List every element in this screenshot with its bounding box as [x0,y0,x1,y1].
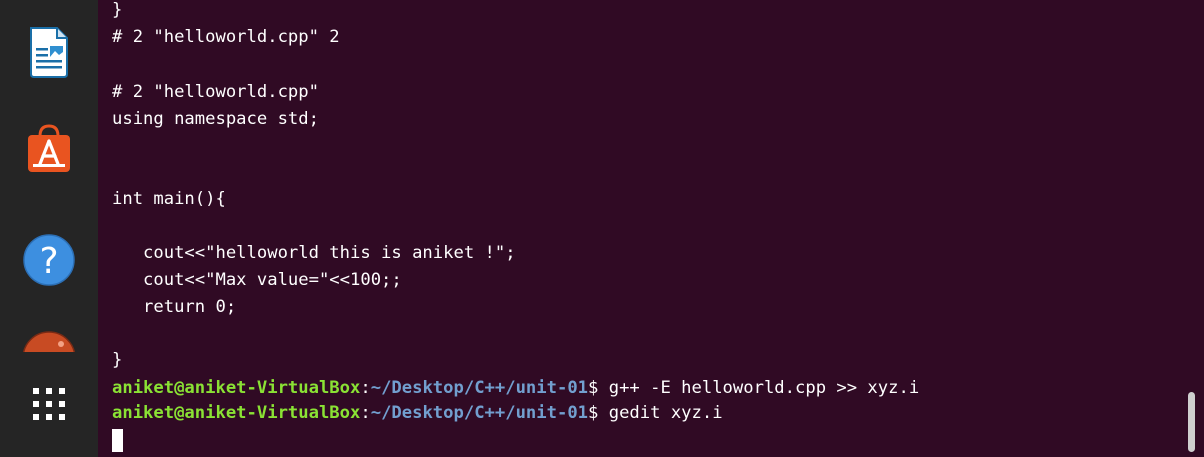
terminal-line: return 0; [112,297,237,317]
libreoffice-impress-icon[interactable] [21,24,77,80]
app-grid-icon[interactable] [29,384,69,424]
terminal-line: cout<<"helloworld this is aniket !"; [112,243,516,263]
prompt-command: gedit xyz.i [608,403,723,423]
prompt-user-host: aniket@aniket-VirtualBox [112,378,361,398]
prompt-path: ~/Desktop/C++/unit-01 [370,378,589,398]
terminal-window[interactable]: } # 2 "helloworld.cpp" 2 # 2 "helloworld… [98,0,1204,457]
svg-text:?: ? [39,241,58,282]
prompt-separator: : [360,378,371,398]
dock: ? [0,0,98,457]
ubuntu-software-icon[interactable] [21,120,77,176]
help-icon[interactable]: ? [21,232,77,288]
prompt-path: ~/Desktop/C++/unit-01 [370,403,589,423]
prompt-symbol: $ [588,403,609,423]
terminal-line: } [112,0,123,20]
terminal-line: } [112,350,123,370]
prompt-command: g++ -E helloworld.cpp >> xyz.i [608,378,920,398]
prompt-symbol: $ [588,378,609,398]
desktop-screen: ? } # 2 "helloworld.cpp" 2 # 2 "hellowor… [0,0,1204,457]
terminal-line: using namespace std; [112,109,319,129]
terminal-line: cout<<"Max value="<<100;; [112,270,402,290]
prompt-separator: : [360,403,371,423]
ubuntu-icon[interactable] [21,328,77,352]
terminal-line: # 2 "helloworld.cpp" 2 [112,27,340,47]
prompt-line: aniket@aniket-VirtualBox:~/Desktop/C++/u… [112,376,919,400]
terminal-line: int main(){ [112,189,226,209]
terminal-scrollbar[interactable] [1188,392,1195,452]
terminal-cursor [112,429,123,452]
prompt-line: aniket@aniket-VirtualBox:~/Desktop/C++/u… [112,401,723,425]
terminal-line: # 2 "helloworld.cpp" [112,82,319,102]
prompt-user-host: aniket@aniket-VirtualBox [112,403,361,423]
